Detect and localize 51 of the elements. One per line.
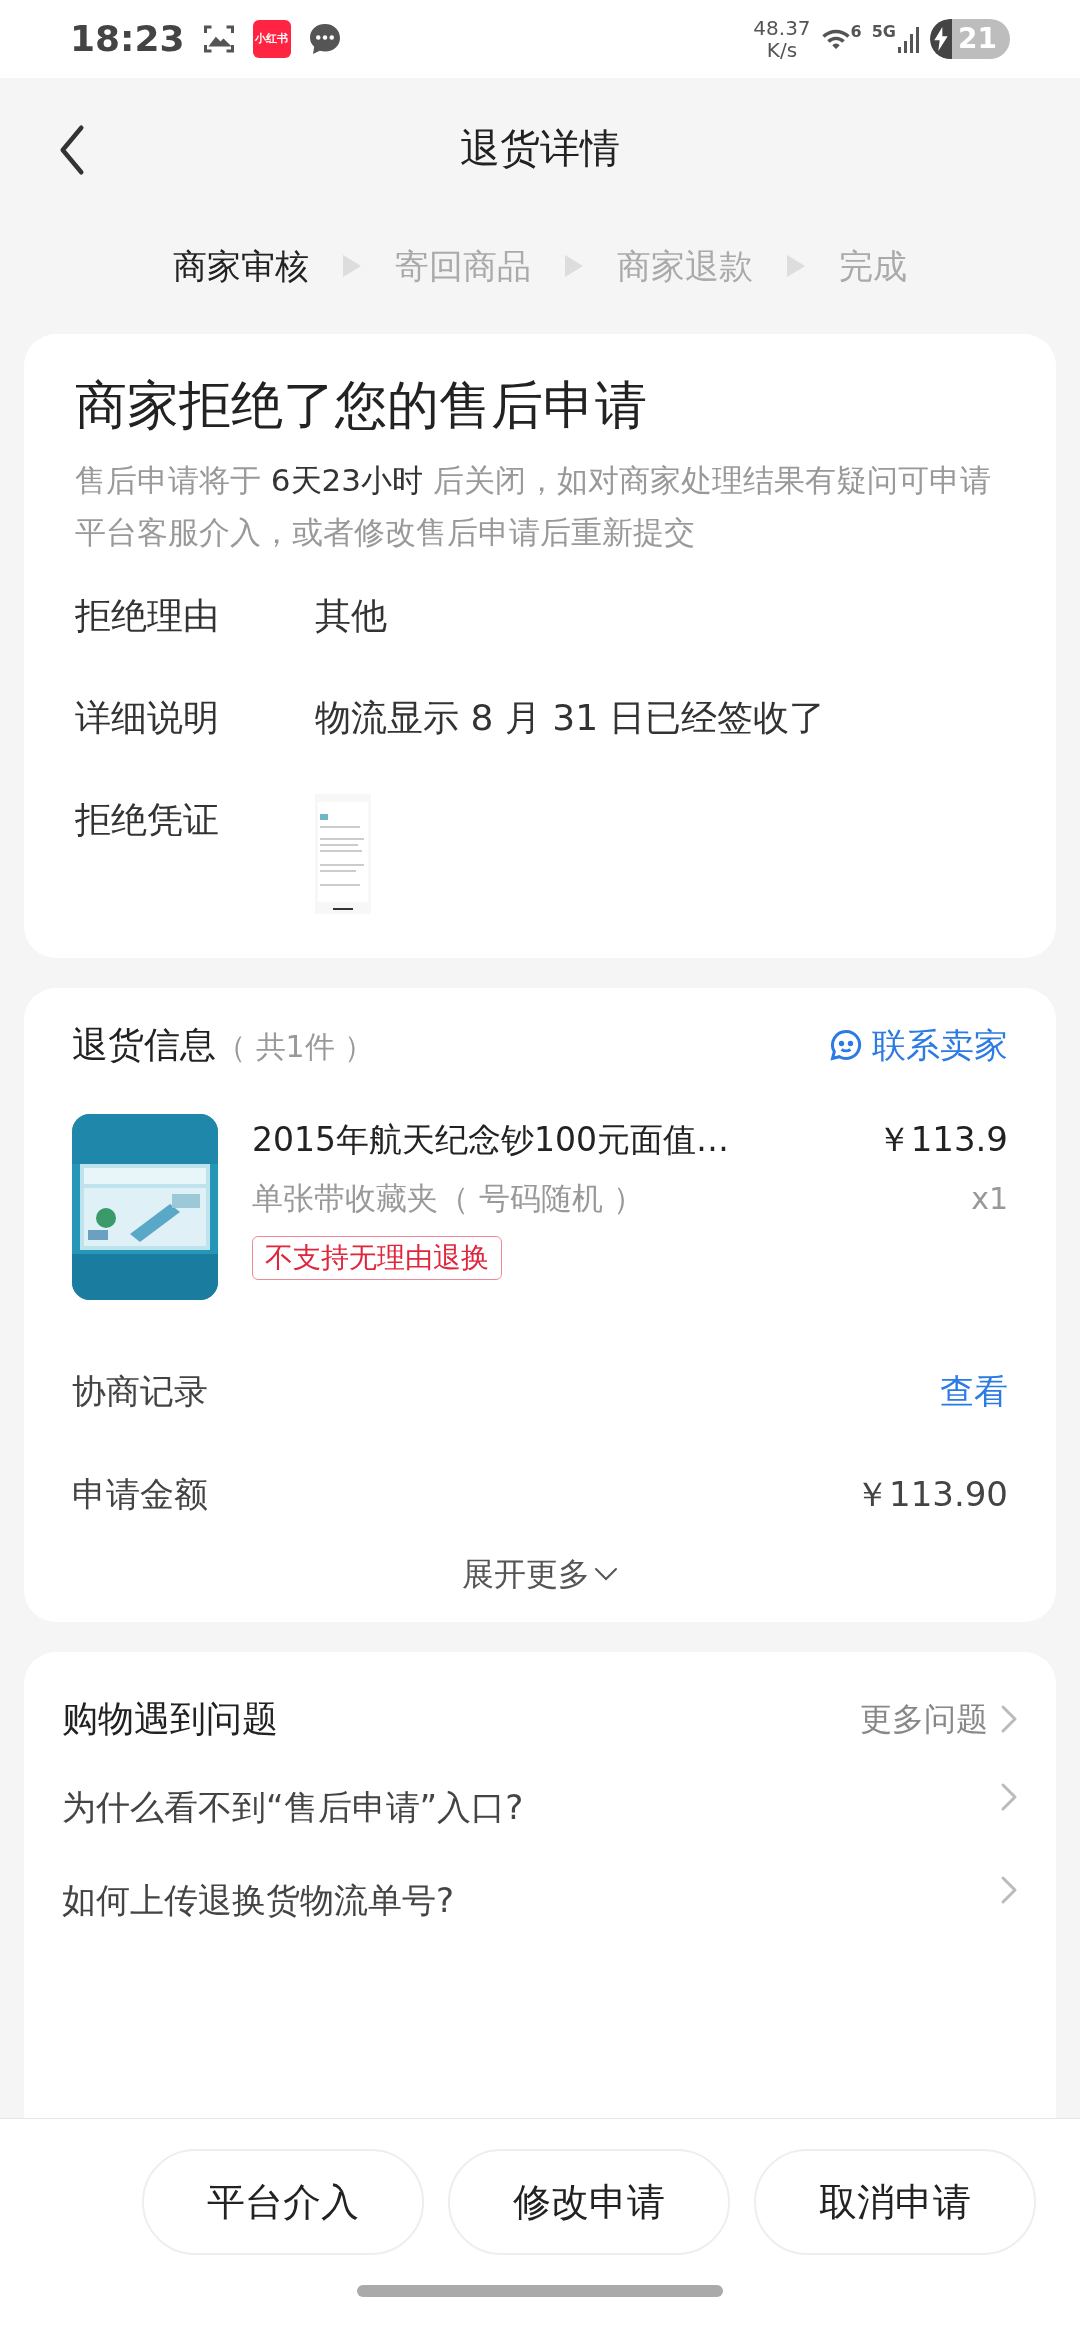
network-type: 5G <box>871 21 896 43</box>
progress-step: 商家审核 <box>173 240 309 292</box>
progress-step: 寄回商品 <box>395 240 531 292</box>
product-title: 2015年航天纪念钞100元面值… <box>252 1118 729 1161</box>
info-value: ￥113.90 <box>855 1473 1008 1516</box>
view-link[interactable]: 查看 <box>940 1366 1008 1417</box>
expand-more-button[interactable]: 展开更多 <box>462 1550 618 1598</box>
field-value: 物流显示 8 月 31 日已经签收了 <box>315 696 826 740</box>
field-label: 拒绝凭证 <box>75 798 220 842</box>
chat-icon <box>828 1027 864 1063</box>
chevron-down-icon <box>594 1566 618 1582</box>
action-button[interactable]: 修改申请 <box>448 2149 730 2255</box>
progress-step: 商家退款 <box>617 240 753 292</box>
status-description: 售后申请将于 6天23小时 后关闭，如对商家处理结果有疑问可申请平台客服介入，或者修改售后申请后重新提交 <box>75 461 992 552</box>
product-variant: 单张带收藏夹（ 号码随机 ） <box>252 1179 644 1218</box>
item-count: （ 共1件 ） <box>216 1028 375 1066</box>
home-indicator[interactable] <box>357 2285 723 2297</box>
progress-step: 完成 <box>839 240 907 292</box>
faq-item[interactable]: 为什么看不到“售后申请”入口? <box>62 1782 1018 1875</box>
clock: 18:23 <box>70 17 185 61</box>
info-label: 申请金额 <box>72 1473 208 1516</box>
faq-item[interactable]: 如何上传退换货物流单号? <box>62 1875 1018 1968</box>
field-label: 详细说明 <box>75 696 220 740</box>
product-quantity: x1 <box>971 1179 1008 1218</box>
network-speed-unit: K/s <box>766 39 798 61</box>
chevron-right-icon <box>1000 1704 1018 1734</box>
action-button[interactable]: 平台介入 <box>142 2149 424 2255</box>
section-title: 购物遇到问题 <box>62 1697 278 1741</box>
return-policy-tag: 不支持无理由退换 <box>252 1235 502 1280</box>
action-button[interactable]: 取消申请 <box>754 2149 1036 2255</box>
contact-seller-link[interactable]: 联系卖家 <box>828 1019 1008 1071</box>
battery-level: 21 <box>957 21 997 57</box>
step-arrow-icon <box>565 255 583 277</box>
network-speed: 48.37 <box>753 17 811 39</box>
field-label: 拒绝理由 <box>75 594 220 638</box>
status-title: 商家拒绝了您的售后申请 <box>75 374 648 437</box>
app-badge: 小红书 <box>252 20 291 58</box>
signal-icon <box>898 25 920 53</box>
chevron-right-icon <box>1000 1782 1018 1812</box>
step-arrow-icon <box>787 255 805 277</box>
page-title: 退货详情 <box>460 124 620 173</box>
wifi-label: 6 <box>850 21 862 43</box>
more-questions-link[interactable]: 更多问题 <box>860 1695 1018 1743</box>
evidence-screenshot[interactable] <box>315 794 371 914</box>
chevron-right-icon <box>1000 1875 1018 1905</box>
back-icon <box>59 124 85 176</box>
field-value: 其他 <box>315 594 387 638</box>
section-title: 退货信息 <box>72 1023 216 1067</box>
info-label: 协商记录 <box>72 1370 208 1413</box>
product-price: ￥113.9 <box>876 1118 1008 1161</box>
step-arrow-icon <box>343 255 361 277</box>
